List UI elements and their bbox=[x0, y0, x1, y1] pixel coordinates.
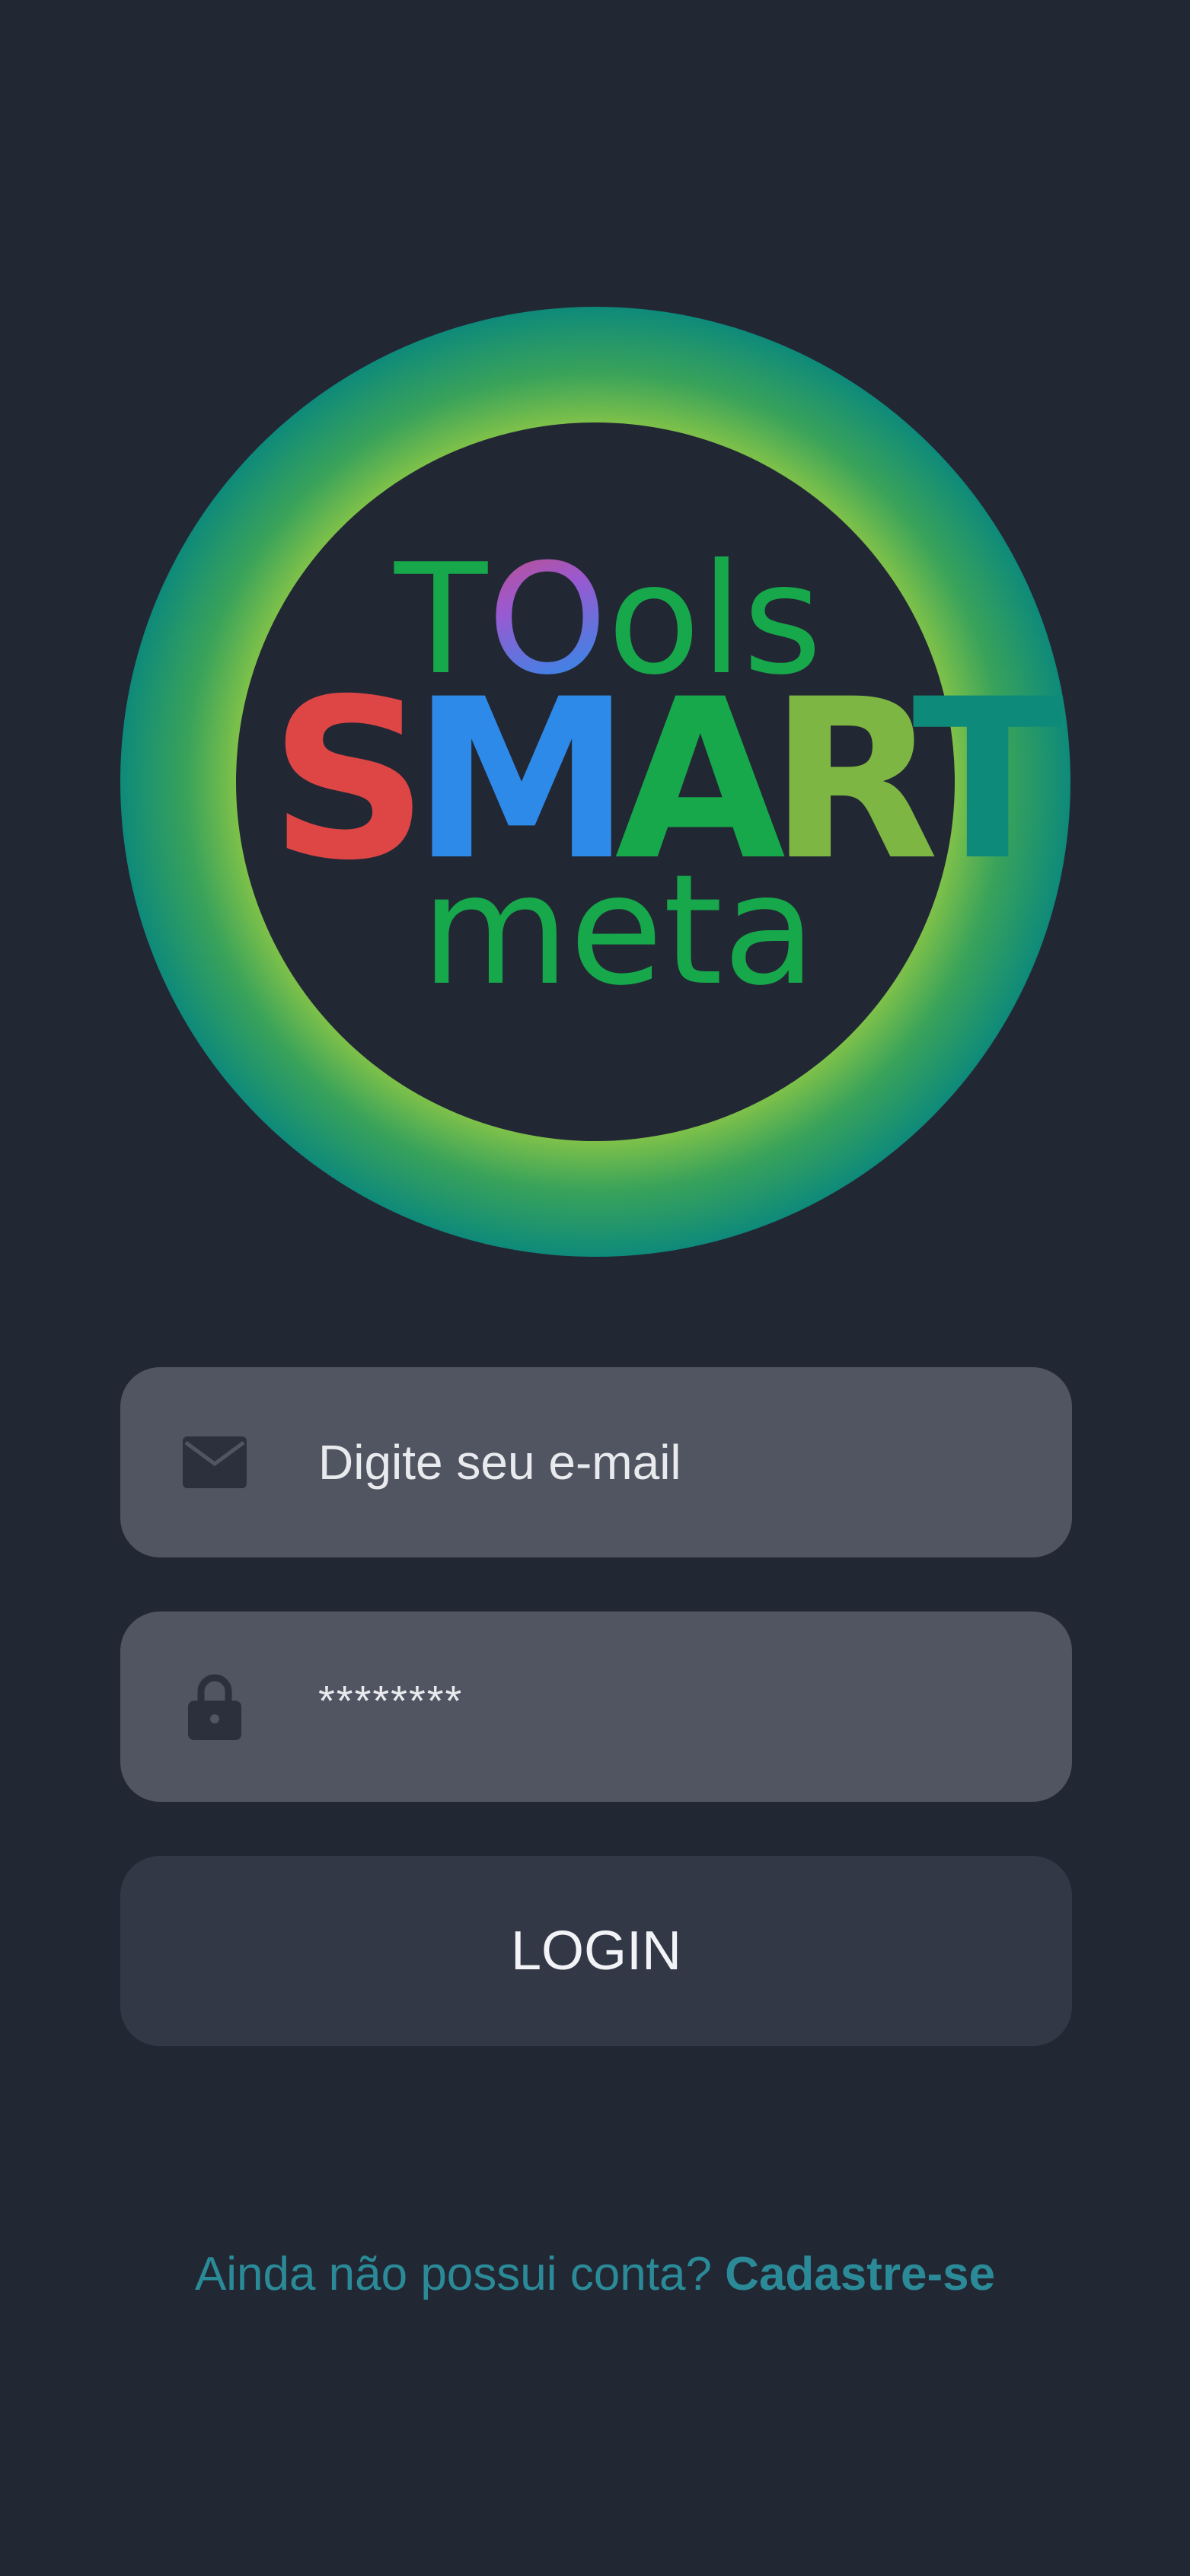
signup-prompt: Ainda não possui conta? bbox=[194, 2248, 712, 2300]
logo-smart-t: T bbox=[912, 652, 1064, 909]
logo-smart-s: S bbox=[270, 652, 414, 909]
signup-link[interactable]: Cadastre-se bbox=[725, 2248, 995, 2300]
envelope-icon bbox=[183, 1430, 247, 1494]
email-field[interactable]: Digite seu e-mail bbox=[120, 1367, 1072, 1557]
password-value: ******** bbox=[318, 1676, 464, 1725]
logo-meta: meta bbox=[421, 842, 816, 1019]
password-field[interactable]: ******** bbox=[120, 1612, 1072, 1802]
login-button[interactable]: LOGIN bbox=[120, 1856, 1072, 2046]
logo-graphic: TOols SMART meta bbox=[120, 307, 1070, 1257]
lock-icon bbox=[183, 1674, 247, 1740]
app-logo: TOols SMART meta bbox=[120, 307, 1070, 1257]
email-placeholder: Digite seu e-mail bbox=[318, 1435, 681, 1490]
login-screen: TOols SMART meta Digite seu e-mail *****… bbox=[0, 0, 1190, 2576]
signup-prompt-row: Ainda não possui conta? Cadastre-se bbox=[0, 2247, 1190, 2301]
